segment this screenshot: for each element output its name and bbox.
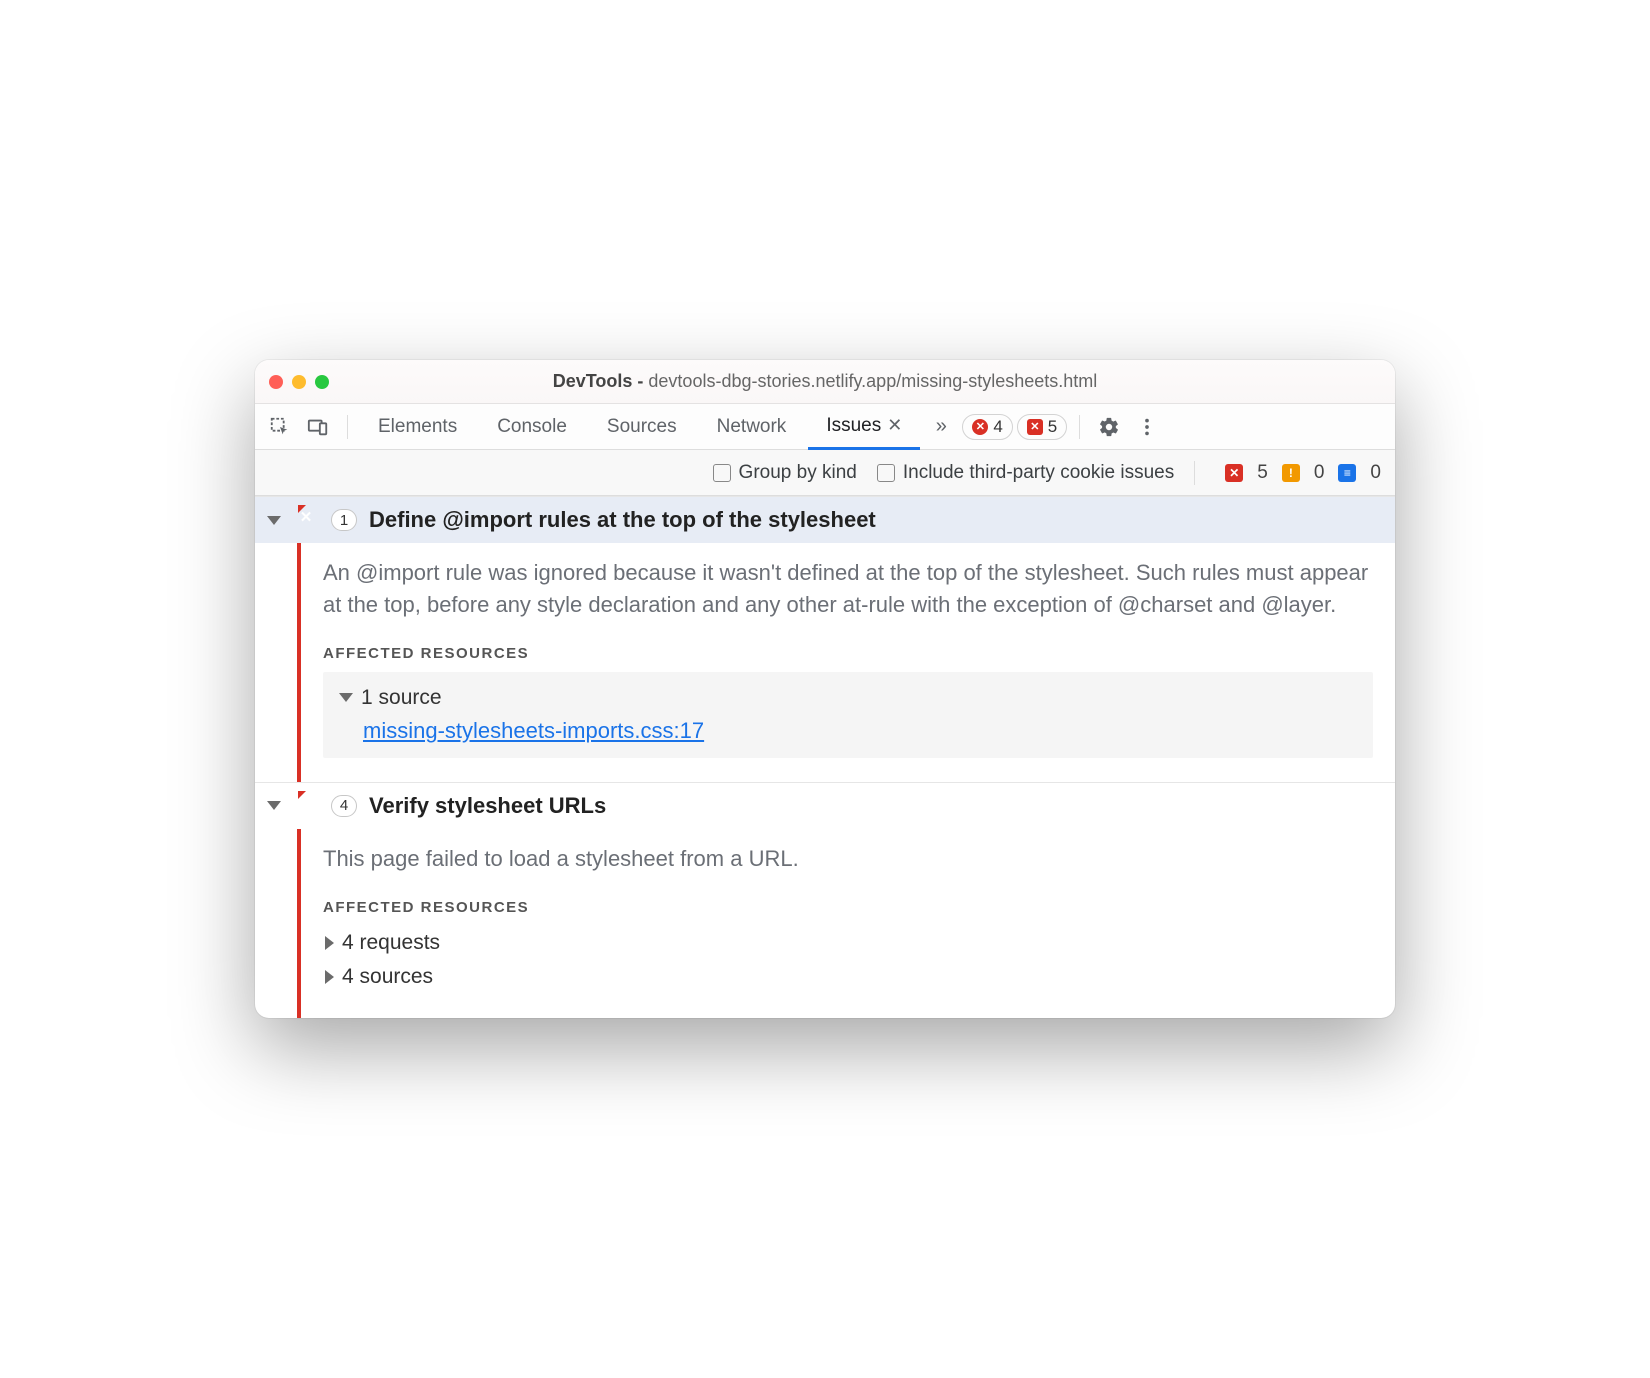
separator bbox=[1194, 461, 1195, 485]
error-count-badge-1[interactable]: ✕ 4 bbox=[962, 414, 1012, 440]
expand-arrow-icon bbox=[267, 516, 281, 525]
expand-arrow-icon bbox=[325, 936, 334, 950]
issue-title: Define @import rules at the top of the s… bbox=[369, 507, 876, 533]
resource-group-row[interactable]: 4 requests bbox=[323, 926, 1373, 960]
issue-title: Verify stylesheet URLs bbox=[369, 793, 606, 819]
separator bbox=[347, 415, 348, 439]
warning-count-icon: ! bbox=[1282, 464, 1300, 482]
checkbox-icon bbox=[713, 464, 731, 482]
title-domain: devtools-dbg-stories.netlify.app/missing… bbox=[648, 371, 1097, 391]
issue-description: An @import rule was ignored because it w… bbox=[323, 557, 1373, 621]
collapse-arrow-icon bbox=[339, 693, 353, 702]
issue-header[interactable]: ✕ 1 Define @import rules at the top of t… bbox=[255, 497, 1395, 543]
group-by-kind-checkbox[interactable]: Group by kind bbox=[713, 462, 857, 484]
issue-item: ✕ 1 Define @import rules at the top of t… bbox=[255, 496, 1395, 782]
settings-button[interactable] bbox=[1092, 410, 1126, 444]
issue-body: This page failed to load a stylesheet fr… bbox=[297, 829, 1395, 1018]
more-tabs-button[interactable]: » bbox=[924, 410, 958, 444]
include-third-party-checkbox[interactable]: Include third-party cookie issues bbox=[877, 462, 1174, 484]
inspect-element-icon[interactable] bbox=[263, 410, 297, 444]
issue-count-pill: 1 bbox=[331, 509, 357, 531]
error-count-badge-2[interactable]: ✕ 5 bbox=[1017, 414, 1067, 440]
issue-header[interactable]: ✕ 4 Verify stylesheet URLs bbox=[255, 783, 1395, 829]
source-link[interactable]: missing-stylesheets-imports.css:17 bbox=[363, 718, 704, 744]
issue-item: ✕ 4 Verify stylesheet URLs This page fai… bbox=[255, 782, 1395, 1018]
more-options-button[interactable] bbox=[1130, 410, 1164, 444]
separator bbox=[1079, 415, 1080, 439]
affected-resources-box: 1 source missing-stylesheets-imports.css… bbox=[323, 672, 1373, 758]
error-bubble-icon: ✕ bbox=[293, 793, 319, 819]
close-tab-icon[interactable]: ✕ bbox=[887, 415, 902, 436]
sources-summary-row[interactable]: 1 source bbox=[339, 686, 1357, 710]
affected-resources-label: AFFECTED RESOURCES bbox=[323, 899, 1373, 916]
issue-description: This page failed to load a stylesheet fr… bbox=[323, 843, 1373, 875]
device-toolbar-icon[interactable] bbox=[301, 410, 335, 444]
zoom-window-button[interactable] bbox=[315, 375, 329, 389]
devtools-window: DevTools - devtools-dbg-stories.netlify.… bbox=[255, 360, 1395, 1018]
affected-resources-box: 4 requests 4 sources bbox=[323, 926, 1373, 994]
expand-arrow-icon bbox=[325, 970, 334, 984]
issue-count-pill: 4 bbox=[331, 795, 357, 817]
error-bubble-icon: ✕ bbox=[293, 507, 319, 533]
checkbox-icon bbox=[877, 464, 895, 482]
error-dot-icon: ✕ bbox=[972, 419, 988, 435]
info-count-icon: ≡ bbox=[1338, 464, 1356, 482]
issues-filter-bar: Group by kind Include third-party cookie… bbox=[255, 450, 1395, 496]
resource-group-row[interactable]: 4 sources bbox=[323, 960, 1373, 994]
devtools-tabbar: Elements Console Sources Network Issues … bbox=[255, 404, 1395, 450]
titlebar: DevTools - devtools-dbg-stories.netlify.… bbox=[255, 360, 1395, 404]
expand-arrow-icon bbox=[267, 801, 281, 810]
error-square-icon: ✕ bbox=[1027, 419, 1043, 435]
minimize-window-button[interactable] bbox=[292, 375, 306, 389]
error-count-icon: ✕ bbox=[1225, 464, 1243, 482]
tab-elements[interactable]: Elements bbox=[360, 404, 475, 449]
close-window-button[interactable] bbox=[269, 375, 283, 389]
window-title: DevTools - devtools-dbg-stories.netlify.… bbox=[255, 371, 1395, 392]
issue-body: An @import rule was ignored because it w… bbox=[297, 543, 1395, 782]
issue-counts: ✕5 !0 ≡0 bbox=[1225, 462, 1381, 484]
tab-network[interactable]: Network bbox=[699, 404, 805, 449]
tab-sources[interactable]: Sources bbox=[589, 404, 695, 449]
tab-issues[interactable]: Issues ✕ bbox=[808, 405, 920, 450]
affected-resources-label: AFFECTED RESOURCES bbox=[323, 645, 1373, 662]
tab-console[interactable]: Console bbox=[479, 404, 585, 449]
traffic-lights bbox=[269, 375, 329, 389]
title-prefix: DevTools - bbox=[553, 371, 649, 391]
